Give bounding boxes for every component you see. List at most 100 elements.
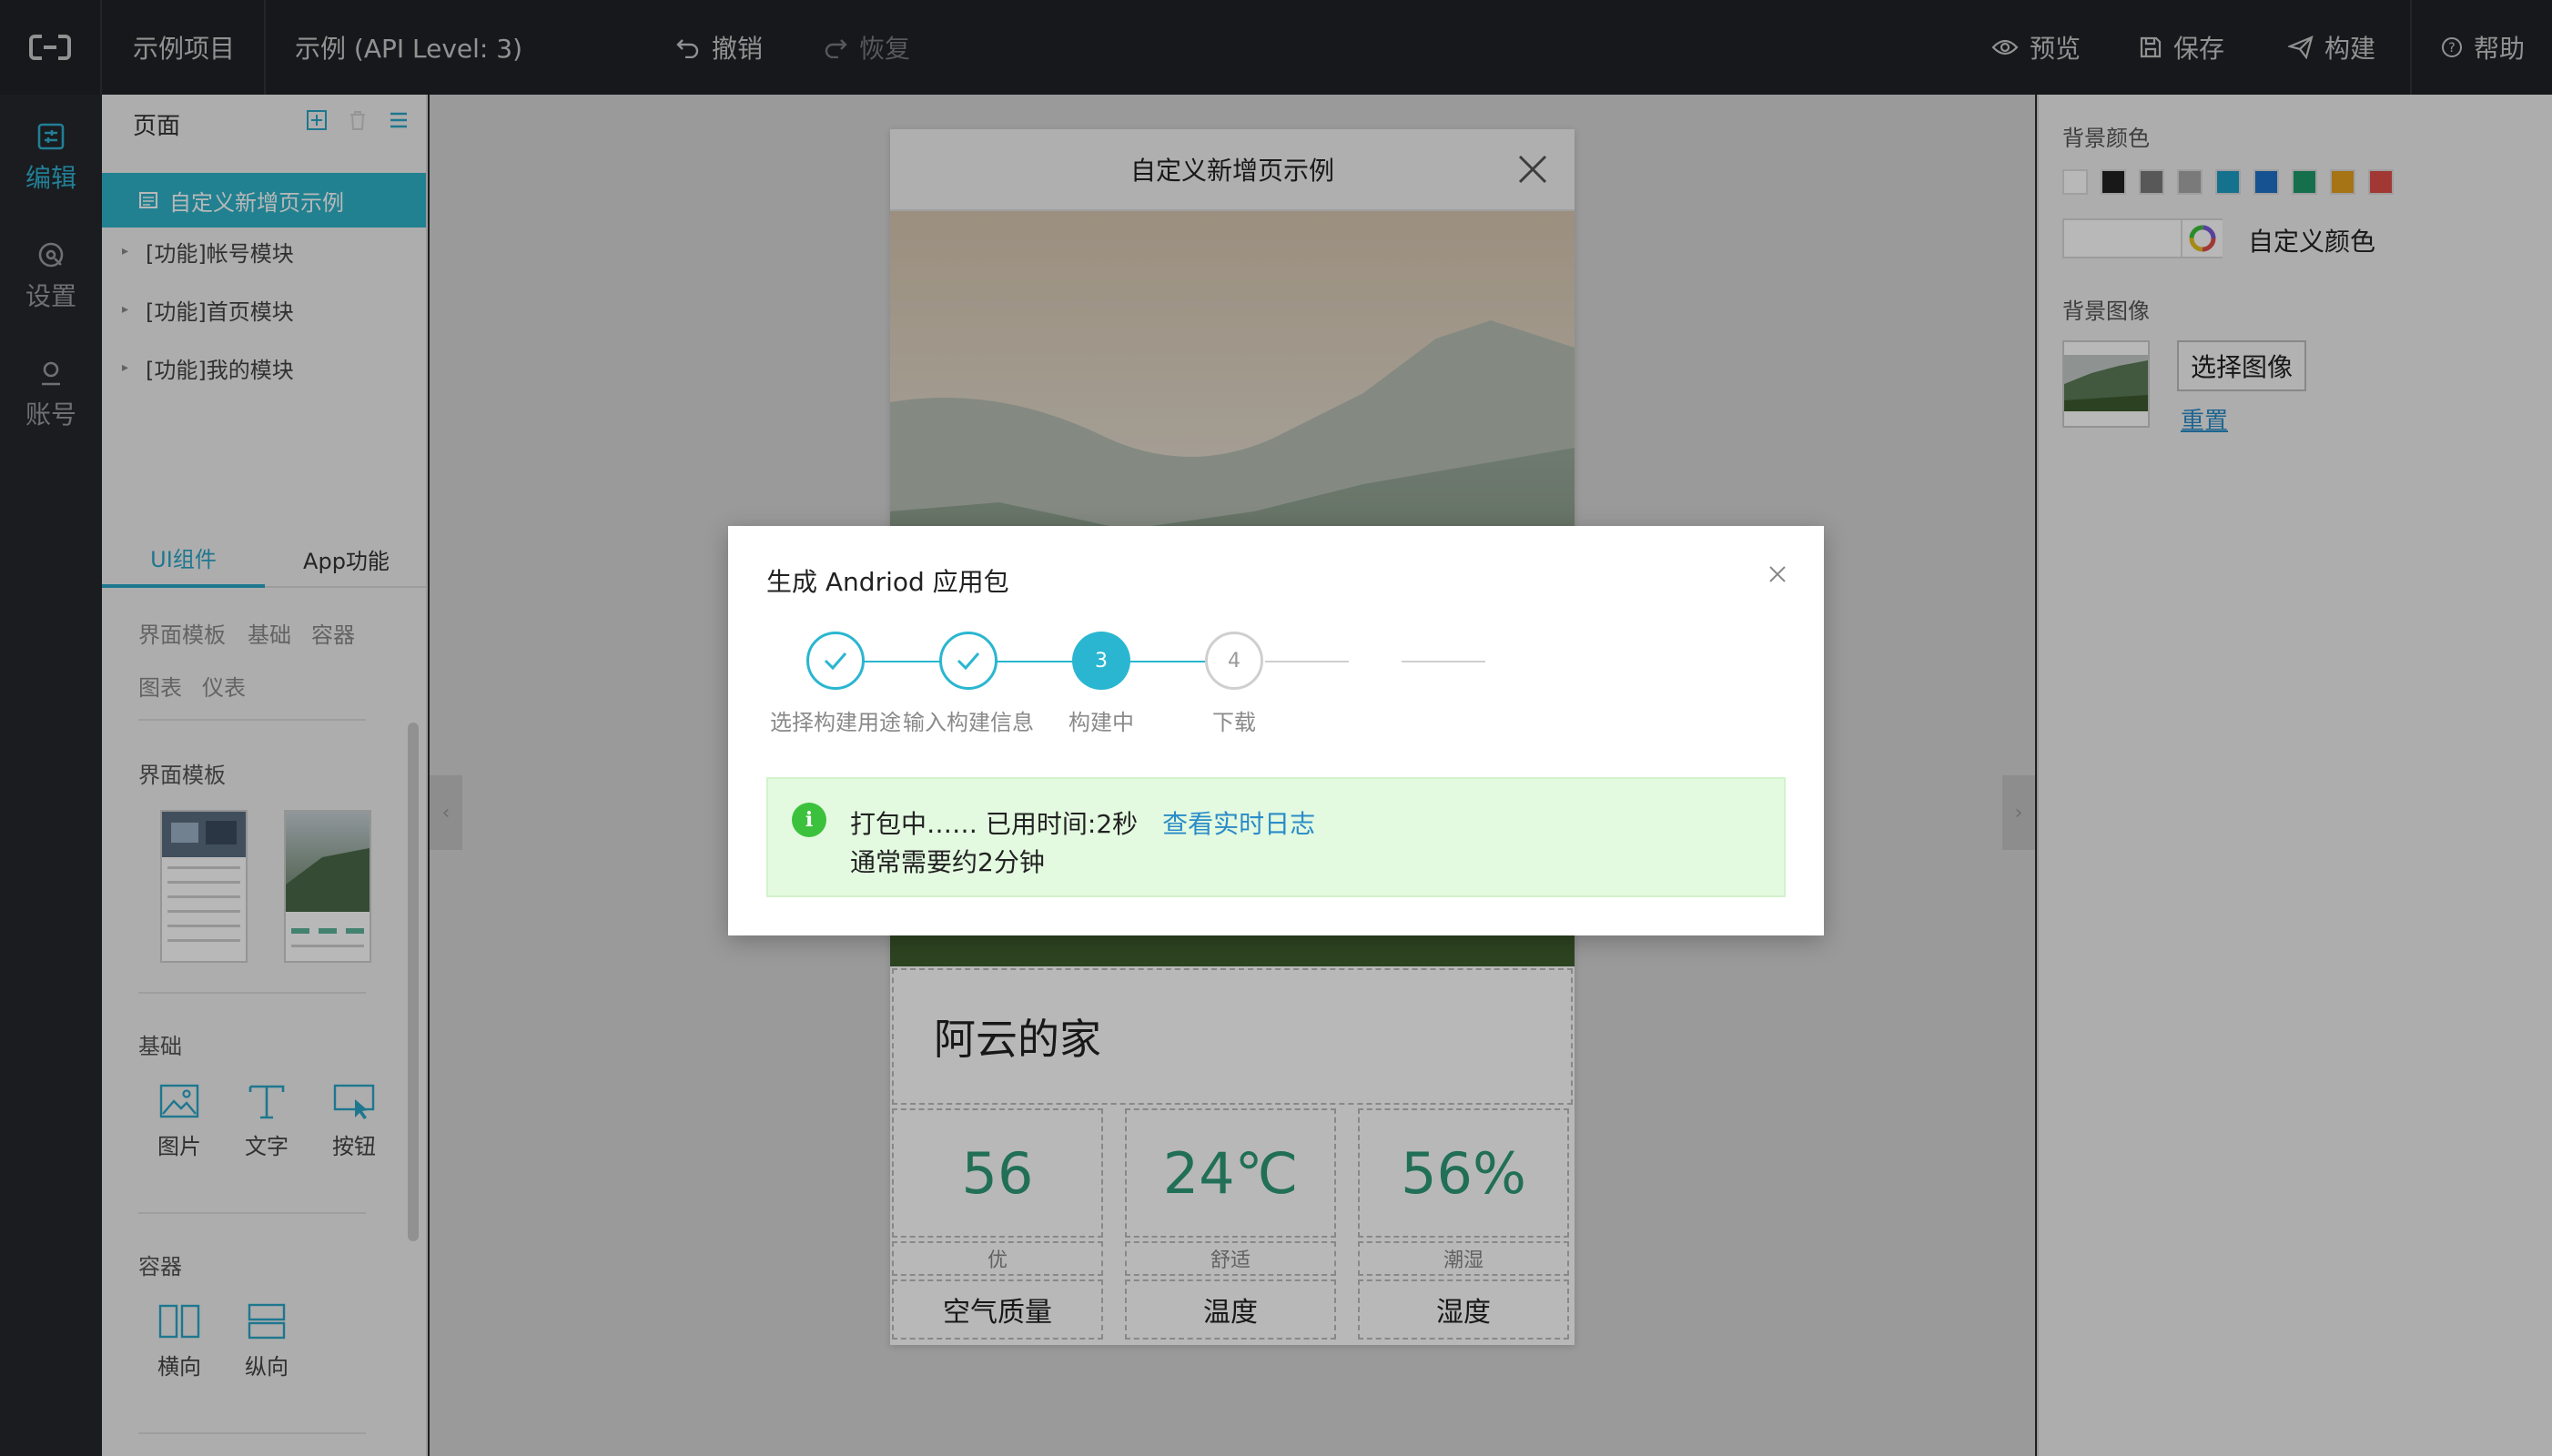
- panel-scrollbar[interactable]: [408, 723, 419, 1241]
- color-swatch-blue[interactable]: [2253, 169, 2279, 195]
- category-gauges[interactable]: 仪表: [202, 670, 246, 702]
- redo-button[interactable]: 恢复: [823, 0, 910, 95]
- eye-icon: [1991, 39, 2019, 56]
- choose-image-button[interactable]: 选择图像: [2177, 340, 2306, 391]
- color-swatch-green[interactable]: [2292, 169, 2317, 195]
- component-text-label: 文字: [245, 1134, 289, 1159]
- divider: [138, 992, 366, 994]
- chevron-right-icon: ›: [2014, 801, 2023, 824]
- undo-icon: [676, 39, 699, 58]
- phone-header: 自定义新增页示例: [890, 129, 1575, 211]
- category-charts[interactable]: 图表: [138, 670, 182, 702]
- tab-app-features[interactable]: App功能: [265, 530, 426, 588]
- preview-button[interactable]: 预览: [1991, 0, 2081, 95]
- view-log-link[interactable]: 查看实时日志: [1162, 809, 1315, 839]
- user-icon: [42, 361, 60, 386]
- stat-card-humidity[interactable]: 56% 潮湿 湿度: [1358, 1108, 1569, 1345]
- aliyun-logo-icon[interactable]: [0, 0, 102, 95]
- color-swatch-lightgray[interactable]: [2177, 169, 2203, 195]
- category-templates[interactable]: 界面模板: [138, 617, 226, 649]
- build-button[interactable]: 构建: [2288, 0, 2375, 95]
- component-button[interactable]: 按钮: [313, 1083, 395, 1160]
- button-icon: [333, 1084, 375, 1119]
- template-thumb-list[interactable]: [160, 810, 248, 963]
- chevron-left-icon: ‹: [441, 801, 451, 824]
- help-button[interactable]: ? 帮助: [2441, 0, 2525, 95]
- help-icon: ?: [2442, 37, 2462, 57]
- caret-right-icon[interactable]: ▸: [122, 302, 135, 317]
- color-swatch-red[interactable]: [2368, 169, 2394, 195]
- phone-page-title: 自定义新增页示例: [1129, 156, 1334, 186]
- page-item-label: [功能]帐号模块: [146, 240, 294, 267]
- close-icon[interactable]: [1516, 153, 1549, 189]
- caret-right-icon[interactable]: ▸: [122, 244, 135, 258]
- step-connector: [861, 661, 945, 662]
- info-icon: i: [792, 803, 826, 837]
- category-basic[interactable]: 基础: [248, 617, 291, 649]
- pages-toolbar: [306, 109, 410, 131]
- left-rail: 编辑 设置 账号: [0, 95, 102, 1456]
- caret-right-icon[interactable]: ▸: [122, 360, 135, 375]
- properties-panel: 背景颜色 自定义颜色 背景图像 选择图像 重置: [2037, 95, 2552, 1456]
- add-page-icon[interactable]: [306, 109, 328, 131]
- rail-settings-label: 设置: [25, 281, 76, 311]
- bg-image-thumbnail: [2062, 340, 2150, 428]
- component-image[interactable]: 图片: [138, 1083, 220, 1160]
- page-item-custom[interactable]: 自定义新增页示例: [102, 173, 426, 228]
- stat-value: 24℃: [1125, 1108, 1336, 1238]
- custom-color-label: 自定义颜色: [2248, 227, 2376, 257]
- color-wheel-icon[interactable]: [2181, 220, 2223, 257]
- image-icon: [159, 1084, 199, 1118]
- step-connector: [1402, 661, 1485, 662]
- component-vertical-label: 纵向: [245, 1354, 289, 1380]
- check-icon: [957, 652, 980, 671]
- collapse-right-button[interactable]: ›: [2002, 775, 2035, 850]
- stat-card-air[interactable]: 56 优 空气质量: [892, 1108, 1103, 1345]
- app-name[interactable]: 示例 (API Level: 3): [295, 0, 522, 95]
- tab-ui-components[interactable]: UI组件: [102, 530, 265, 588]
- component-tabs: UI组件 App功能: [102, 530, 426, 588]
- step-connector: [1265, 661, 1349, 662]
- color-swatch-white[interactable]: [2062, 169, 2088, 195]
- component-vertical[interactable]: 纵向: [226, 1303, 308, 1380]
- undo-label: 撤销: [712, 34, 764, 64]
- save-button[interactable]: 保存: [2139, 0, 2224, 95]
- build-label: 构建: [2324, 34, 2376, 64]
- delete-page-icon[interactable]: [348, 109, 368, 131]
- close-icon[interactable]: [1767, 564, 1787, 588]
- color-swatch-cyan[interactable]: [2215, 169, 2241, 195]
- pages-panel-title: 页面: [133, 112, 181, 140]
- home-title[interactable]: 阿云的家: [892, 968, 1573, 1105]
- step-connector: [1127, 661, 1210, 662]
- stat-card-temperature[interactable]: 24℃ 舒适 温度: [1125, 1108, 1336, 1345]
- category-container[interactable]: 容器: [311, 617, 355, 649]
- undo-button[interactable]: 撤销: [675, 0, 763, 95]
- rail-edit[interactable]: 编辑: [0, 104, 102, 213]
- color-swatch-gray[interactable]: [2139, 169, 2164, 195]
- reset-link[interactable]: 重置: [2181, 402, 2228, 436]
- check-icon: [824, 652, 847, 671]
- settings-icon: [38, 242, 64, 268]
- stat-label: 温度: [1125, 1279, 1336, 1340]
- page-item-mine[interactable]: ▸ [功能]我的模块: [102, 340, 426, 395]
- rail-account[interactable]: 账号: [0, 340, 102, 450]
- page-item-home[interactable]: ▸ [功能]首页模块: [102, 282, 426, 337]
- color-swatch-orange[interactable]: [2330, 169, 2355, 195]
- page-item-account[interactable]: ▸ [功能]帐号模块: [102, 224, 426, 278]
- stat-label: 湿度: [1358, 1279, 1569, 1340]
- collapse-left-button[interactable]: ‹: [430, 775, 462, 850]
- vertical-layout-icon: [248, 1303, 286, 1340]
- dialog-title: 生成 Andriod 应用包: [766, 567, 1009, 597]
- component-image-label: 图片: [157, 1134, 201, 1159]
- step-4: 4: [1205, 632, 1263, 690]
- template-thumb-home[interactable]: [284, 810, 371, 963]
- step-1: [806, 632, 865, 690]
- component-text[interactable]: 文字: [226, 1083, 308, 1160]
- rail-settings[interactable]: 设置: [0, 222, 102, 331]
- step-2: [939, 632, 998, 690]
- horizontal-layout-icon: [158, 1304, 200, 1339]
- component-horizontal[interactable]: 横向: [138, 1303, 220, 1380]
- project-name[interactable]: 示例项目: [133, 0, 235, 95]
- menu-icon[interactable]: [388, 109, 410, 131]
- color-swatch-black[interactable]: [2101, 169, 2126, 195]
